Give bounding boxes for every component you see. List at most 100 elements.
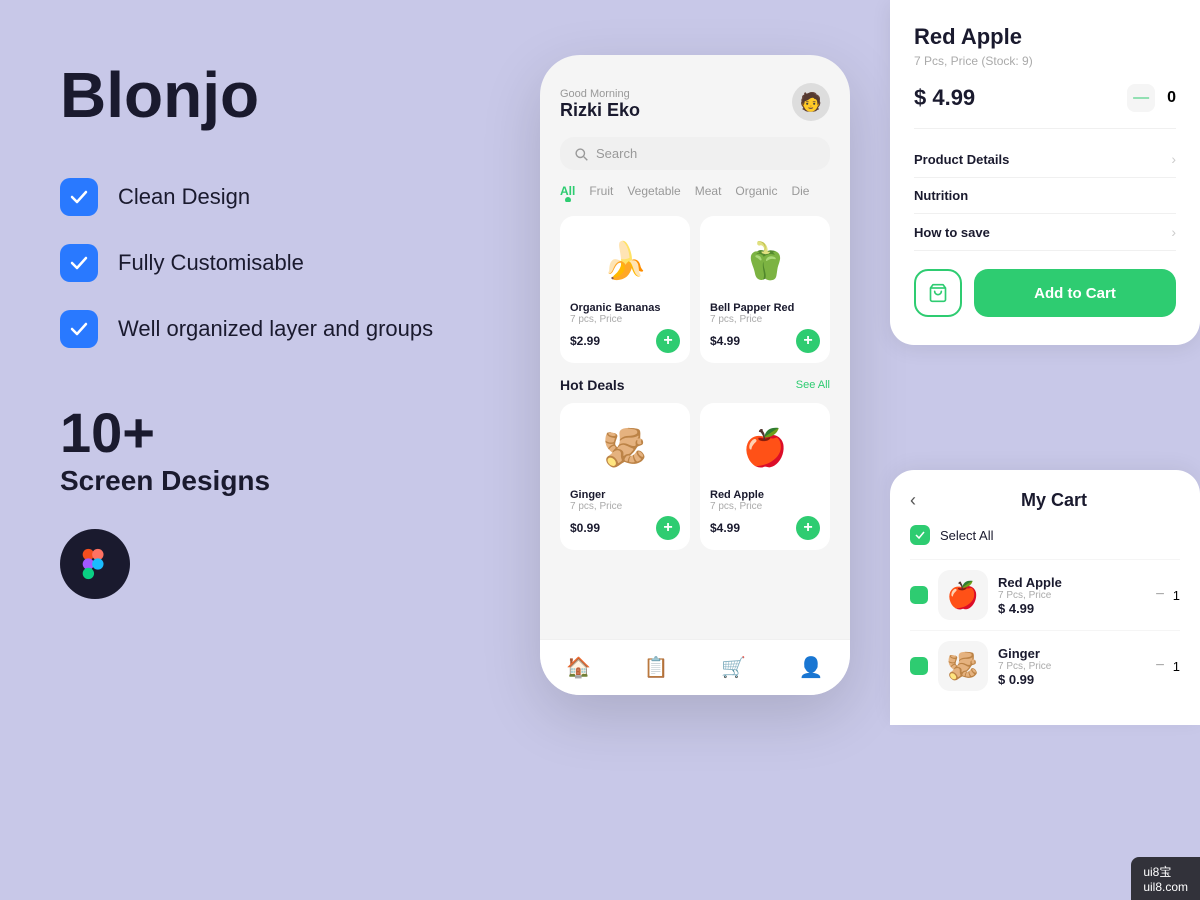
search-icon [574, 147, 588, 161]
product-price-row-apple: $4.99 + [710, 516, 820, 540]
brand-title: Blonjo [60, 60, 500, 130]
cart-item-img-ginger: 🫚 [938, 641, 988, 691]
product-sub-ginger: 7 pcs, Price [570, 501, 680, 512]
hot-deals-grid: 🫚 Ginger 7 pcs, Price $0.99 + 🍎 Red Appl… [560, 403, 830, 550]
product-price-bananas: $2.99 [570, 334, 600, 348]
detail-product-name: Red Apple [914, 24, 1176, 50]
product-sub-apple: 7 pcs, Price [710, 501, 820, 512]
cart-item-checkbox-ginger[interactable] [910, 657, 928, 675]
cart-item-checkbox-apple[interactable] [910, 586, 928, 604]
product-name-apple: Red Apple [710, 489, 820, 501]
search-placeholder: Search [596, 146, 637, 161]
cat-organic[interactable]: Organic [735, 184, 777, 202]
product-img-bananas: 🍌 [570, 226, 680, 296]
product-img-pepper: 🫑 [710, 226, 820, 296]
figma-icon [60, 529, 130, 599]
cart-item-qty-apple: − 1 [1155, 586, 1180, 604]
detail-divider [914, 128, 1176, 129]
detail-row-label-1: Product Details [914, 152, 1009, 167]
search-bar[interactable]: Search [560, 137, 830, 170]
qty-value: 0 [1167, 89, 1176, 107]
check-icon-1 [60, 178, 98, 216]
watermark: ui8宝 uil8.com [1131, 857, 1200, 900]
nav-home-icon[interactable]: 🏠 [566, 655, 591, 680]
feature-label-1: Clean Design [118, 184, 250, 210]
nav-cart-icon[interactable]: 🛒 [721, 655, 746, 680]
cart-item-name-ginger: Ginger [998, 646, 1145, 661]
product-card-pepper[interactable]: 🫑 Bell Papper Red 7 pcs, Price $4.99 + [700, 216, 830, 363]
cat-meat[interactable]: Meat [695, 184, 722, 202]
product-card-apple[interactable]: 🍎 Red Apple 7 pcs, Price $4.99 + [700, 403, 830, 550]
user-name: Rizki Eko [560, 100, 640, 121]
bottom-nav: 🏠 📋 🛒 👤 [540, 639, 850, 695]
product-card-ginger[interactable]: 🫚 Ginger 7 pcs, Price $0.99 + [560, 403, 690, 550]
cart-minus-ginger[interactable]: − [1155, 657, 1164, 675]
product-price-row-bananas: $2.99 + [570, 329, 680, 353]
feature-label-3: Well organized layer and groups [118, 316, 433, 342]
cart-item-price-ginger: $ 0.99 [998, 672, 1145, 687]
cart-item-qty-ginger: − 1 [1155, 657, 1180, 675]
see-all-btn[interactable]: See All [796, 379, 830, 391]
add-btn-apple[interactable]: + [796, 516, 820, 540]
check-icon-2 [60, 244, 98, 282]
cat-all[interactable]: All [560, 184, 575, 202]
product-sub-bananas: 7 pcs, Price [570, 314, 680, 325]
count-label: Screen Designs [60, 465, 500, 497]
cart-icon-button[interactable] [914, 269, 962, 317]
product-img-apple: 🍎 [710, 413, 820, 483]
detail-price: $ 4.99 [914, 85, 975, 111]
feature-list: Clean Design Fully Customisable Well org… [60, 178, 500, 348]
feature-item-2: Fully Customisable [60, 244, 500, 282]
nav-profile-icon[interactable]: 👤 [799, 655, 824, 680]
phone-shell: Good Morning Rizki Eko 🧑 Search All Frui… [540, 55, 850, 695]
cart-item-ginger: 🫚 Ginger 7 Pcs, Price $ 0.99 − 1 [910, 630, 1180, 701]
qty-control: — 0 [1127, 84, 1176, 112]
cat-fruit[interactable]: Fruit [589, 184, 613, 202]
product-detail-panel: Red Apple 7 Pcs, Price (Stock: 9) $ 4.99… [890, 0, 1200, 345]
product-price-row-pepper: $4.99 + [710, 329, 820, 353]
qty-minus-btn[interactable]: — [1127, 84, 1155, 112]
cart-qty-value-apple: 1 [1173, 588, 1180, 603]
add-btn-bananas[interactable]: + [656, 329, 680, 353]
cart-back-btn[interactable]: ‹ [910, 490, 916, 511]
cat-dic[interactable]: Die [791, 184, 809, 202]
add-btn-pepper[interactable]: + [796, 329, 820, 353]
feature-label-2: Fully Customisable [118, 250, 304, 276]
hot-deals-header: Hot Deals See All [560, 377, 830, 393]
cart-minus-apple[interactable]: − [1155, 586, 1164, 604]
cart-item-sub-ginger: 7 Pcs, Price [998, 661, 1145, 672]
cart-item-info-ginger: Ginger 7 Pcs, Price $ 0.99 [998, 646, 1145, 687]
detail-row-how-to-save[interactable]: How to save › [914, 214, 1176, 251]
product-price-row-ginger: $0.99 + [570, 516, 680, 540]
count-section: 10+ Screen Designs [60, 400, 500, 497]
detail-row-product-details[interactable]: Product Details › [914, 141, 1176, 178]
chevron-right-icon-3: › [1171, 224, 1176, 240]
cart-title: My Cart [928, 490, 1180, 511]
cat-vegetable[interactable]: Vegetable [627, 184, 680, 202]
category-tabs: All Fruit Vegetable Meat Organic Die [560, 184, 830, 202]
select-all-row: Select All [910, 525, 1180, 545]
check-icon-3 [60, 310, 98, 348]
cart-item-name-apple: Red Apple [998, 575, 1145, 590]
add-to-cart-button[interactable]: Add to Cart [974, 269, 1176, 317]
select-all-label: Select All [940, 528, 993, 543]
select-all-checkbox[interactable] [910, 525, 930, 545]
cart-item-info-apple: Red Apple 7 Pcs, Price $ 4.99 [998, 575, 1145, 616]
product-name-ginger: Ginger [570, 489, 680, 501]
product-price-ginger: $0.99 [570, 521, 600, 535]
left-section: Blonjo Clean Design Fully Customisable [0, 0, 560, 900]
add-btn-ginger[interactable]: + [656, 516, 680, 540]
count-number: 10+ [60, 400, 500, 465]
greeting-text: Good Morning [560, 88, 640, 100]
avatar: 🧑 [792, 83, 830, 121]
phone-header: Good Morning Rizki Eko 🧑 [560, 83, 830, 121]
products-grid: 🍌 Organic Bananas 7 pcs, Price $2.99 + 🫑… [560, 216, 830, 363]
product-card-bananas[interactable]: 🍌 Organic Bananas 7 pcs, Price $2.99 + [560, 216, 690, 363]
product-name-pepper: Bell Papper Red [710, 302, 820, 314]
product-price-apple: $4.99 [710, 521, 740, 535]
feature-item-1: Clean Design [60, 178, 500, 216]
product-name-bananas: Organic Bananas [570, 302, 680, 314]
detail-row-nutrition[interactable]: Nutrition [914, 178, 1176, 214]
nav-list-icon[interactable]: 📋 [644, 655, 669, 680]
product-img-ginger: 🫚 [570, 413, 680, 483]
